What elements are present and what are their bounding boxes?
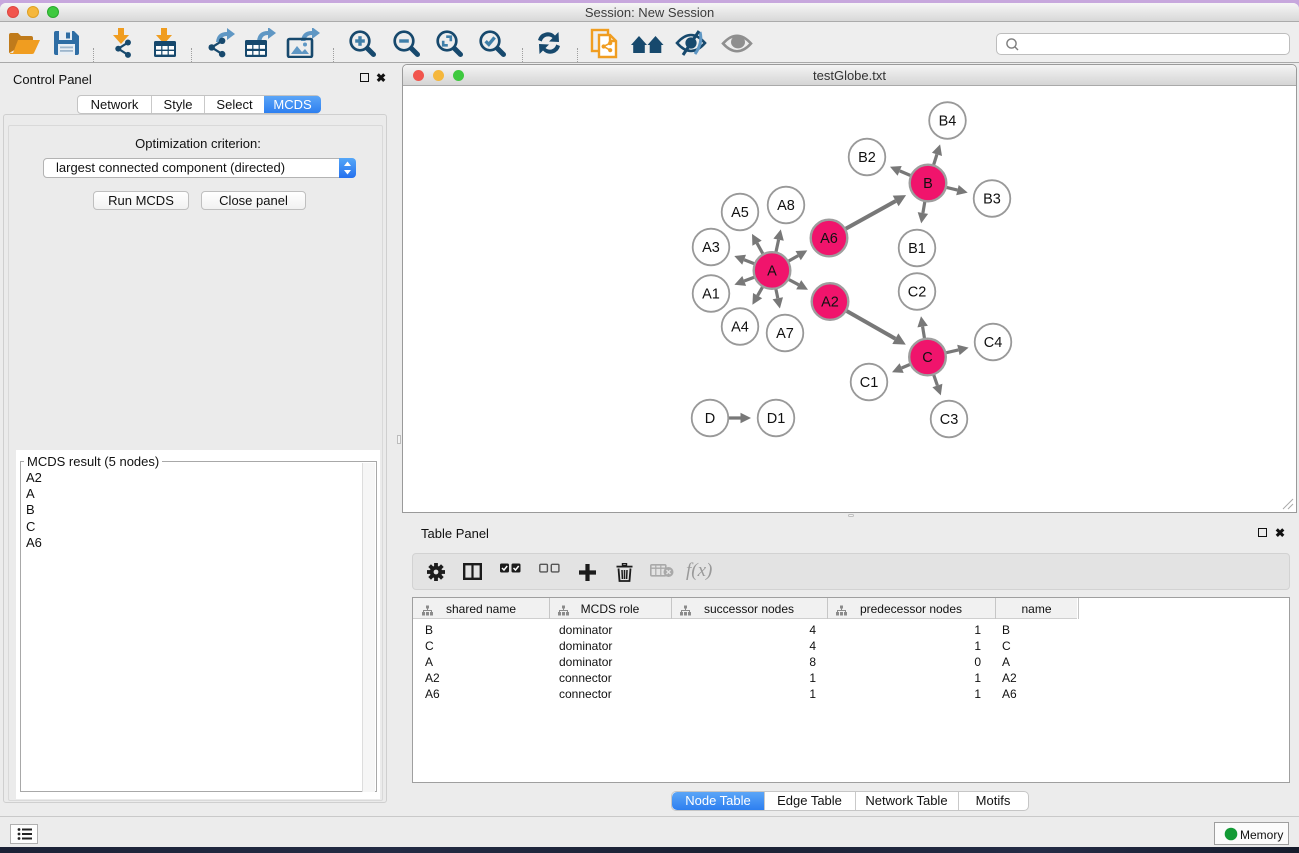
svg-text:A2: A2 <box>821 295 839 311</box>
svg-text:A5: A5 <box>731 205 749 221</box>
svg-text:B1: B1 <box>908 241 926 257</box>
svg-text:D: D <box>705 411 715 427</box>
svg-text:A3: A3 <box>702 240 720 256</box>
svg-text:C1: C1 <box>860 375 879 391</box>
svg-text:B3: B3 <box>983 192 1001 208</box>
svg-text:C3: C3 <box>940 412 959 428</box>
svg-text:A1: A1 <box>702 287 720 303</box>
svg-text:D1: D1 <box>767 411 786 427</box>
svg-text:B2: B2 <box>858 150 876 166</box>
svg-text:A6: A6 <box>820 231 838 247</box>
svg-text:C4: C4 <box>984 335 1003 351</box>
svg-text:A4: A4 <box>731 320 749 336</box>
svg-text:A8: A8 <box>777 198 795 214</box>
svg-text:C2: C2 <box>908 285 927 301</box>
svg-text:A7: A7 <box>776 326 794 342</box>
svg-text:B: B <box>923 176 933 192</box>
svg-text:B4: B4 <box>939 114 957 130</box>
svg-text:A: A <box>767 264 777 280</box>
svg-text:C: C <box>922 350 932 366</box>
